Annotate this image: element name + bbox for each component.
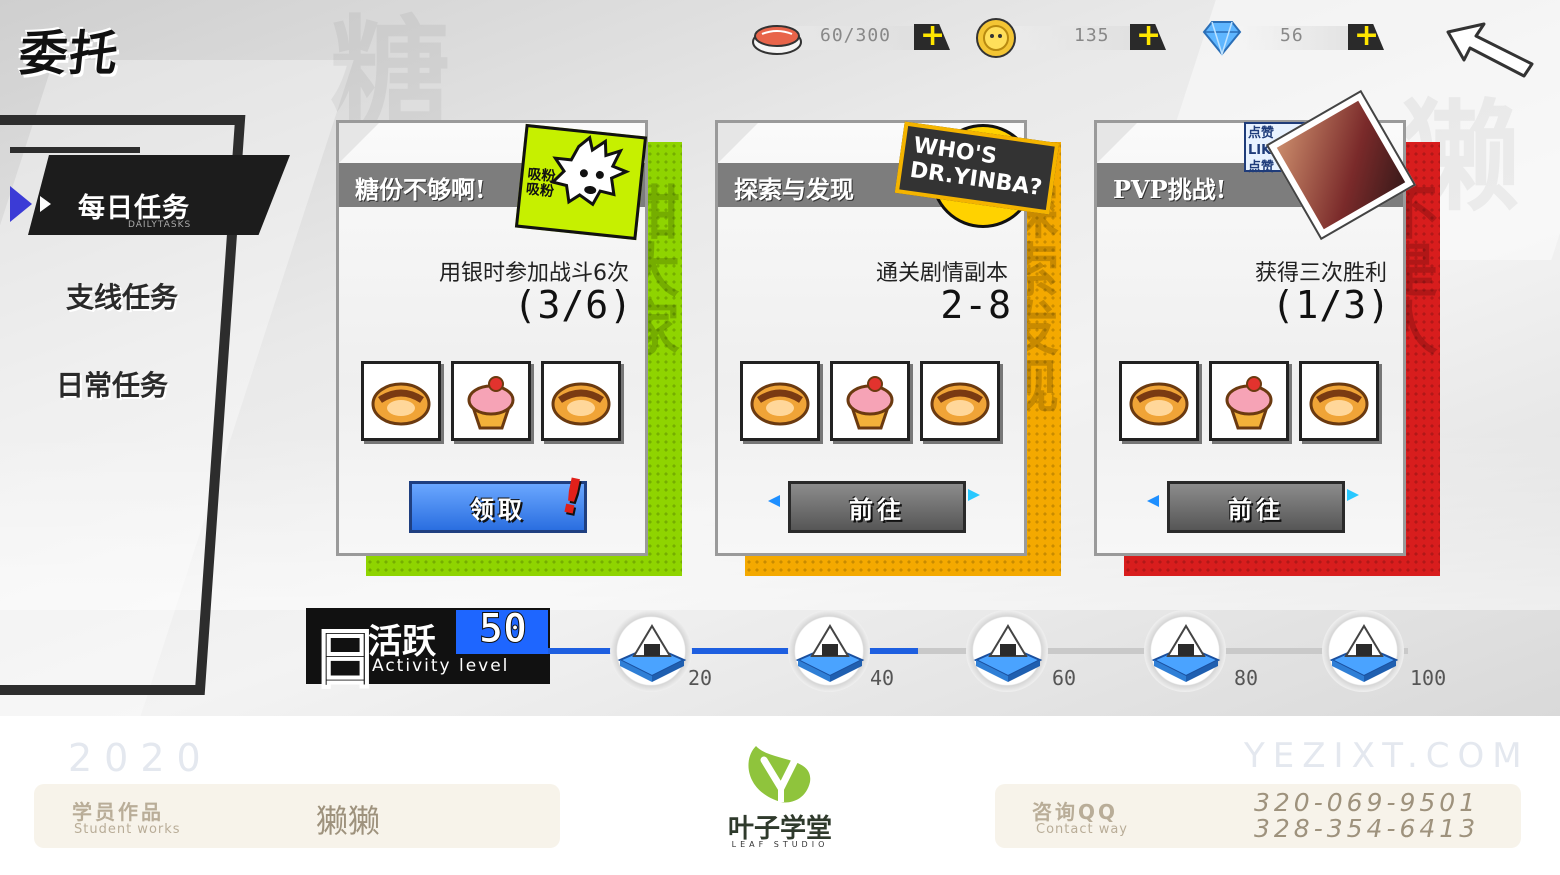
- button-deco-icon: [968, 489, 980, 501]
- student-works-subtitle: Student works: [74, 822, 181, 837]
- milestone-chest[interactable]: [788, 610, 870, 692]
- pastry-icon: [930, 382, 990, 426]
- coin-value: 135: [1074, 25, 1110, 46]
- task-card: 甜大家 糖份不够啊! 用银时参加战斗6次 (3/6) 领取 !: [336, 120, 682, 576]
- go-button[interactable]: 前往: [1167, 481, 1345, 533]
- diamond-icon: [1202, 21, 1242, 57]
- coin-icon: [976, 18, 1016, 58]
- tab-daily-tasks-sublabel: DAILYTASKS: [128, 220, 192, 230]
- diamond-value: 56: [1280, 25, 1304, 46]
- milestone-label: 20: [688, 666, 713, 690]
- author-name: 獭獭: [316, 802, 381, 840]
- rice-ball-chest-icon: [795, 624, 865, 682]
- game-screen: 糖 獭 委托 60/300 135 56: [0, 0, 1560, 716]
- footer-year: 2020: [68, 736, 213, 780]
- nav-indicator-icon: [10, 186, 32, 222]
- back-arrow-icon[interactable]: [1444, 20, 1536, 80]
- card-title: 探索与发现: [734, 175, 854, 204]
- task-progress: 2-8: [940, 283, 1012, 327]
- rice-ball-chest-icon: [973, 624, 1043, 682]
- rice-ball-chest-icon: [617, 624, 687, 682]
- reward-item[interactable]: [1119, 361, 1199, 441]
- add-stamina-button[interactable]: [914, 24, 950, 50]
- resource-stamina: 60/300: [750, 18, 954, 58]
- reward-list: [740, 361, 1000, 441]
- add-diamond-button[interactable]: [1348, 24, 1384, 50]
- footer-site: YEZIXT.COM: [1244, 736, 1530, 776]
- reward-item[interactable]: [1209, 361, 1289, 441]
- contact-phone: 320-069-9501: [1254, 788, 1480, 817]
- stamina-value: 60/300: [820, 25, 892, 46]
- reward-item[interactable]: [740, 361, 820, 441]
- reward-item[interactable]: [451, 361, 531, 441]
- card-title: 糖份不够啊!: [355, 175, 486, 204]
- contact-subtitle: Contact way: [1036, 822, 1129, 837]
- reward-item[interactable]: [361, 361, 441, 441]
- sticker-text: 吸粉: [525, 181, 555, 201]
- task-card: 探索发现 探索与发现 通关剧情副本 2-8 前往: [715, 120, 1061, 576]
- contact-phone: 328-354-6413: [1254, 814, 1480, 843]
- task-card: 不是人 PVP挑战! 获得三次胜利 (1/3) 前往: [1094, 89, 1440, 576]
- rice-ball-chest-icon: [1151, 624, 1221, 682]
- character-sticker: 吸粉 吸粉: [514, 123, 648, 241]
- milestone-label: 60: [1052, 666, 1077, 690]
- sushi-icon: [752, 25, 802, 55]
- reward-item[interactable]: [541, 361, 621, 441]
- tab-routine-tasks[interactable]: 日常任务: [56, 364, 168, 404]
- pastry-icon: [371, 382, 431, 426]
- milestone-chest[interactable]: [610, 610, 692, 692]
- cupcake-icon: [1225, 376, 1273, 430]
- milestone-chest[interactable]: [1322, 610, 1404, 692]
- reward-item[interactable]: [830, 361, 910, 441]
- go-button[interactable]: 前往: [788, 481, 966, 533]
- button-deco-icon: [1347, 489, 1359, 501]
- pastry-icon: [750, 382, 810, 426]
- rice-ball-chest-icon: [1329, 624, 1399, 682]
- button-deco-icon: [1147, 495, 1159, 507]
- button-deco-icon: [768, 495, 780, 507]
- task-progress: (1/3): [1271, 283, 1391, 327]
- pastry-icon: [1309, 382, 1369, 426]
- task-progress: (3/6): [513, 283, 633, 327]
- resource-coin: 135: [974, 18, 1174, 58]
- photo-sticker: 点赞LIKE 点赞: [1244, 89, 1417, 241]
- card-title: PVP挑战!: [1113, 175, 1227, 204]
- resource-diamond: 56: [1200, 18, 1390, 58]
- add-coin-button[interactable]: [1130, 24, 1166, 50]
- pastry-icon: [551, 382, 611, 426]
- tab-side-tasks[interactable]: 支线任务: [66, 276, 178, 316]
- brand-subtitle: LEAF STUDIO: [731, 840, 829, 849]
- play-icon: [40, 196, 51, 212]
- wanted-sticker: WHO'S DR.YINBA?: [894, 118, 1060, 228]
- reward-item[interactable]: [920, 361, 1000, 441]
- pastry-icon: [1129, 382, 1189, 426]
- reward-list: [361, 361, 621, 441]
- milestone-chest[interactable]: [966, 610, 1048, 692]
- cupcake-icon: [846, 376, 894, 430]
- milestone-label: 80: [1234, 666, 1259, 690]
- page-title: 委托: [16, 26, 123, 82]
- reward-item[interactable]: [1299, 361, 1379, 441]
- milestone-label: 40: [870, 666, 895, 690]
- activity-sublabel: Activity level: [372, 656, 510, 676]
- activity-value: 50: [478, 606, 528, 653]
- milestone-label: 100: [1410, 666, 1447, 690]
- reward-list: [1119, 361, 1379, 441]
- cupcake-icon: [467, 376, 515, 430]
- milestone-chest[interactable]: [1144, 610, 1226, 692]
- contact-title: 咨询QQ: [1032, 800, 1119, 824]
- student-works-title: 学员作品: [72, 800, 164, 824]
- leaf-logo-icon: [748, 746, 811, 803]
